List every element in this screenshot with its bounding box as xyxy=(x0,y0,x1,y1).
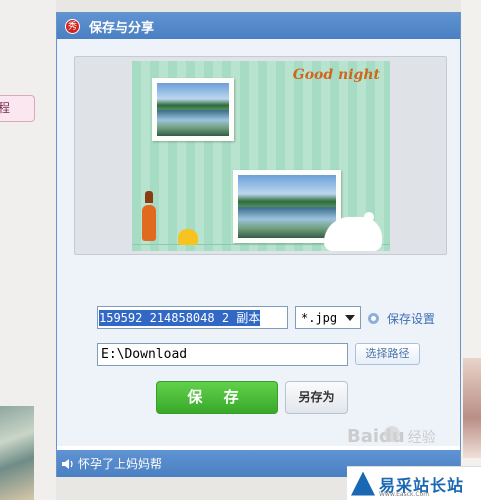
status-message-link[interactable]: 怀孕了上妈妈帮 xyxy=(78,455,162,472)
polar-bear-illustration xyxy=(324,212,382,251)
save-path-input[interactable]: E:\Download xyxy=(97,343,348,366)
chevron-down-icon xyxy=(345,315,355,321)
background-side-tab[interactable]: 程 xyxy=(0,95,35,122)
save-button[interactable]: 保 存 xyxy=(156,381,278,414)
filename-selected-text: 159592 214858048 2 副本 xyxy=(99,310,261,326)
image-preview-frame: Good night xyxy=(74,56,447,255)
gear-icon xyxy=(368,313,379,324)
cake-illustration xyxy=(178,229,198,245)
dialog-content: Good night 159592 214858048 2 副本 *.jpg 保… xyxy=(57,39,460,446)
baidu-jingyan-text: 经验 xyxy=(407,430,436,446)
save-settings-label: 保存设置 xyxy=(387,312,436,326)
good-night-card-text: Good night xyxy=(292,67,380,83)
preview-photo-top xyxy=(152,78,234,141)
choose-path-button[interactable]: 选择路径 xyxy=(355,343,420,365)
image-preview: Good night xyxy=(132,61,390,251)
filename-input[interactable]: 159592 214858048 2 副本 xyxy=(97,306,288,329)
background-side-tab-label: 程 xyxy=(0,101,11,115)
background-photo-thumbnail xyxy=(0,406,34,500)
preview-photo-bottom xyxy=(233,170,341,243)
baidu-paw-icon xyxy=(384,426,400,442)
save-as-button[interactable]: 另存为 xyxy=(285,381,348,414)
save-share-dialog: 秀 保存与分享 Good night 159592 214858048 2 副本… xyxy=(56,12,461,477)
site-logo-watermark: 易采站长站 Www.Easck.Com xyxy=(347,466,481,500)
app-logo-icon: 秀 xyxy=(65,18,80,34)
site-logo-url: Www.Easck.Com xyxy=(379,491,430,498)
background-photo-thumbnail-right xyxy=(463,358,481,458)
save-settings-link[interactable]: 保存设置 xyxy=(368,310,435,327)
format-select[interactable]: *.jpg xyxy=(295,306,361,329)
dialog-titlebar[interactable]: 秀 保存与分享 xyxy=(57,13,460,39)
dialog-title: 保存与分享 xyxy=(89,20,155,36)
format-selected-value: *.jpg xyxy=(301,310,338,325)
site-logo-icon xyxy=(351,471,375,496)
baidu-watermark-text: Bai xyxy=(347,426,380,447)
speaker-icon[interactable] xyxy=(61,458,75,470)
cartoon-character-illustration xyxy=(142,191,156,246)
